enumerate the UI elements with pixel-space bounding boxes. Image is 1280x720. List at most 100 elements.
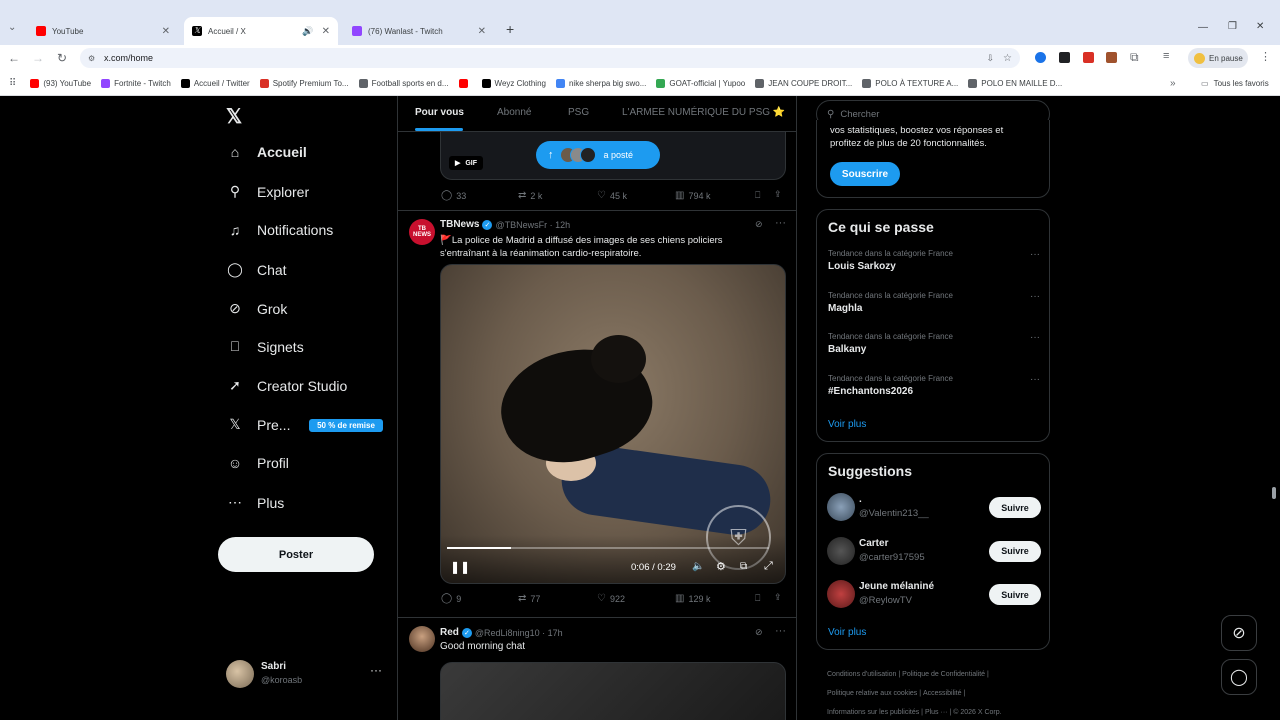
subscribe-button[interactable]: Souscrire — [830, 162, 900, 186]
views-button[interactable]: ▥ 129 k — [675, 593, 710, 604]
bookmark-item[interactable]: Spotify Premium To... — [259, 78, 349, 88]
x-logo-icon[interactable]: 𝕏 — [226, 104, 242, 129]
repost-button[interactable]: ⇄ 2 k — [518, 190, 542, 201]
extension-icon[interactable] — [1059, 52, 1070, 63]
avatar[interactable] — [827, 580, 855, 608]
site-info-icon[interactable]: ⚙ — [88, 54, 95, 63]
avatar[interactable] — [409, 626, 435, 652]
bookmark-item[interactable]: (93) YouTube — [30, 78, 91, 88]
media-icon[interactable]: ≡ — [1163, 50, 1169, 62]
extension-icon[interactable] — [1035, 52, 1046, 63]
trend-item[interactable]: Tendance dans la catégorie France Maghla ·… — [828, 291, 1040, 314]
avatar[interactable] — [827, 536, 855, 565]
nav-item-chat[interactable]: ◯ Chat — [226, 261, 286, 278]
footer-link[interactable]: Politique de Confidentialité — [902, 671, 985, 678]
more-icon[interactable]: ··· — [1030, 249, 1040, 260]
footer-link[interactable]: Plus ··· — [925, 709, 948, 716]
nav-item-pre[interactable]: 𝕏 Pre... — [226, 416, 290, 433]
suggestion-row[interactable]: Jeune mélaniné @ReylowTV Suivre — [827, 578, 1041, 614]
tweet-tbnews[interactable]: TB NEWS TBNews ✓ @TBNewsFr · 12h ⊘ ··· 🚩… — [398, 211, 796, 617]
nav-item-signets[interactable]: ⎕ Signets — [226, 338, 304, 355]
browser-tab-youtube[interactable]: YouTube ✕ — [28, 17, 178, 45]
bookmark-item[interactable]: Accueil / Twitter — [180, 78, 250, 88]
bookmark-item[interactable]: POLO À TEXTURE A... — [862, 78, 958, 88]
footer-link[interactable]: Politique relative aux cookies — [827, 690, 917, 697]
more-icon[interactable]: ··· — [775, 217, 786, 229]
avatar[interactable] — [827, 493, 855, 521]
grok-icon[interactable]: ⊘ — [755, 219, 763, 230]
suggestion-row[interactable]: Carter @carter917595 Suivre — [827, 535, 1041, 571]
shield-extension-icon[interactable] — [1083, 52, 1094, 63]
trend-item[interactable]: Tendance dans la catégorie France Balkany… — [828, 332, 1040, 355]
minimize-button[interactable]: — — [1198, 22, 1208, 33]
restore-button[interactable]: ❐ — [1228, 21, 1237, 32]
suggestion-row[interactable]: . @Valentin213__ Suivre — [827, 491, 1041, 527]
author-name[interactable]: TBNews — [440, 219, 479, 230]
bookmark-item[interactable]: Football sports en d... — [358, 78, 449, 88]
grok-icon[interactable]: ⊘ — [1221, 615, 1257, 651]
apps-icon[interactable]: ⠿ — [9, 78, 16, 89]
settings-icon[interactable]: ⚙ — [716, 560, 726, 573]
more-icon[interactable]: ··· — [1030, 291, 1040, 302]
pause-icon[interactable]: ❚❚ — [450, 560, 470, 574]
scrollbar-thumb[interactable] — [1272, 487, 1276, 499]
nav-item-explorer[interactable]: ⚲ Explorer — [226, 183, 309, 200]
follow-button[interactable]: Suivre — [989, 497, 1041, 518]
author-name[interactable]: Red — [440, 627, 459, 638]
nav-item-profil[interactable]: ☺ Profil — [226, 455, 289, 471]
bookmark-item[interactable]: nike sherpa big swo... — [555, 78, 646, 88]
tab-psg[interactable]: PSG — [568, 107, 589, 118]
all-bookmarks-folder[interactable]: ▭ Tous les favoris — [1201, 79, 1269, 88]
tab-armee-psg[interactable]: L'ARMEE NUMÉRIQUE DU PSG ⭐ — [622, 107, 785, 118]
trends-see-more[interactable]: Voir plus — [828, 419, 866, 430]
share-icon[interactable]: ⇪ — [774, 189, 782, 200]
footer-link[interactable]: Informations sur les publicités — [827, 709, 919, 716]
install-icon[interactable]: ⇩ — [986, 53, 994, 64]
trend-item[interactable]: Tendance dans la catégorie France #Enchan… — [828, 374, 1040, 397]
post-button[interactable]: Poster — [218, 537, 374, 572]
back-icon[interactable]: ← — [2, 51, 26, 65]
more-icon[interactable]: ··· — [775, 625, 786, 637]
trend-item[interactable]: Tendance dans la catégorie France Louis S… — [828, 249, 1040, 272]
close-icon[interactable]: ✕ — [478, 26, 486, 37]
like-button[interactable]: ♡ 45 k — [597, 190, 627, 201]
tab-abonne[interactable]: Abonné — [497, 107, 531, 118]
tweet-media[interactable] — [440, 662, 786, 720]
tab-pour-vous[interactable]: Pour vous — [415, 107, 464, 118]
bookmark-item[interactable]: JEAN COUPE DROIT... — [755, 78, 852, 88]
address-bar[interactable]: ⚙ x.com/home ⇩ ☆ — [80, 48, 1020, 68]
bookmark-item[interactable]: POLO EN MAILLE D... — [968, 78, 1062, 88]
nav-item-creator-studio[interactable]: ➚ Creator Studio — [226, 377, 347, 394]
footer-link[interactable]: Accessibilité — [923, 690, 962, 697]
bookmark-item[interactable]: GOAT-official | Yupoo — [656, 78, 745, 88]
bookmark-item[interactable] — [458, 78, 472, 88]
close-icon[interactable]: ✕ — [322, 26, 330, 37]
scrollbar[interactable] — [1268, 96, 1280, 720]
share-icon[interactable]: ⇪ — [774, 592, 782, 603]
follow-button[interactable]: Suivre — [989, 540, 1041, 562]
grok-icon[interactable]: ⊘ — [755, 627, 763, 638]
reply-button[interactable]: ◯ 33 — [441, 190, 466, 201]
avatar[interactable]: TB NEWS — [409, 219, 435, 245]
tweet-red[interactable]: Red ✓ @RedLi8ning10 · 17h ⊘ ··· Good mor… — [398, 618, 796, 720]
fullscreen-icon[interactable]: ⤢ — [764, 560, 773, 573]
bookmark-item[interactable]: Weyz Clothing — [481, 78, 546, 88]
account-switcher[interactable]: Sabri @koroasb ··· — [226, 659, 386, 689]
like-button[interactable]: ♡ 922 — [597, 593, 625, 604]
reply-button[interactable]: ◯ 9 — [441, 593, 461, 604]
bookmark-icon[interactable]: ⎕ — [755, 593, 760, 604]
extension-icon[interactable] — [1106, 52, 1117, 63]
nav-item-plus[interactable]: ⋯ Plus — [226, 494, 284, 511]
video-player[interactable]: ⛨ ❚❚ 0:06 / 0:29 🔈 ⚙ ⧉ ⤢ — [440, 264, 786, 584]
messages-icon[interactable]: ◯ — [1221, 659, 1257, 695]
forward-icon[interactable]: → — [26, 51, 50, 65]
kebab-menu-icon[interactable]: ⋮ — [1260, 50, 1271, 63]
browser-tab-twitch[interactable]: (76) Wanlast - Twitch ✕ — [344, 17, 494, 45]
nav-item-grok[interactable]: ⊘ Grok — [226, 300, 287, 317]
browser-tab-x[interactable]: 𝕏 Accueil / X 🔊 ✕ — [184, 17, 338, 45]
volume-icon[interactable]: 🔈 — [692, 561, 704, 572]
speaker-icon[interactable]: 🔊 — [302, 26, 313, 37]
new-posts-pill[interactable]: ↑ a posté — [536, 141, 660, 169]
close-window-button[interactable]: ✕ — [1256, 21, 1264, 32]
new-tab-button[interactable]: + — [506, 21, 514, 37]
